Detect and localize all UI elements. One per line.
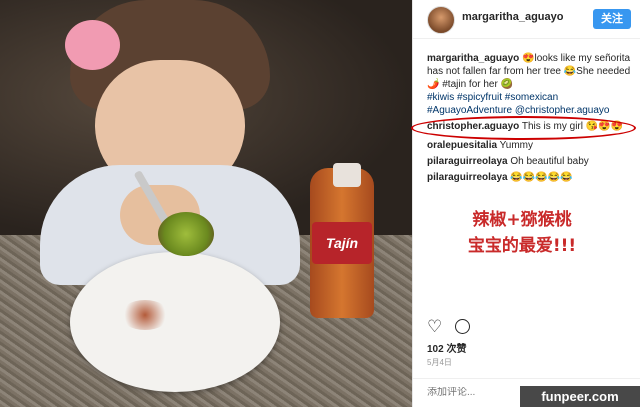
highlight-circle (411, 116, 636, 140)
comment-hashtags[interactable]: #kiwis #spicyfruit #somexican (427, 91, 639, 104)
comment-icon[interactable] (455, 319, 470, 334)
comment-text: Oh beautiful baby (510, 156, 589, 167)
post-photo: Tajín (0, 0, 412, 407)
watermark: funpeer.com (520, 386, 640, 407)
avatar[interactable] (427, 6, 455, 34)
photo-kiwi (158, 212, 214, 256)
comment-username[interactable]: pilaraguirreolaya (427, 156, 508, 167)
comment-text: 😂😂😂😂😂 (510, 172, 573, 183)
post-side-panel: margaritha_aguayo 关注 margaritha_aguayo 😍… (412, 0, 640, 407)
comment-item: pilaraguirreolaya Oh beautiful baby (427, 155, 639, 168)
photo-spice (120, 300, 170, 330)
follow-button[interactable]: 关注 (593, 9, 631, 29)
post-header: margaritha_aguayo 关注 (413, 0, 640, 39)
photo-bottle-cap (333, 163, 361, 187)
comment-username[interactable]: oralepuesitalia (427, 140, 497, 151)
post-author-username[interactable]: margaritha_aguayo (462, 11, 563, 23)
overlay-caption-line: 辣椒+猕猴桃 (472, 210, 572, 230)
photo-bottle-label: Tajín (312, 222, 372, 264)
heart-icon[interactable]: ♡ (427, 317, 442, 337)
comment-username[interactable]: margaritha_aguayo (427, 53, 519, 64)
comment-username[interactable]: pilaraguirreolaya (427, 172, 508, 183)
overlay-caption-line: 宝宝的最爱!!! (467, 236, 577, 256)
comment-text: Yummy (499, 140, 533, 151)
like-count[interactable]: 102 次赞 (427, 340, 466, 355)
comment-item: oralepuesitalia Yummy (427, 139, 639, 152)
overlay-caption: 辣椒+猕猴桃 宝宝的最爱!!! (442, 207, 602, 259)
comment-item: pilaraguirreolaya 😂😂😂😂😂 (427, 171, 639, 184)
post-date: 5月4日 (427, 358, 452, 367)
photo-plate (70, 252, 280, 392)
photo-hair-bow (65, 20, 120, 70)
comment-item: margaritha_aguayo 😍looks like my señorit… (427, 52, 639, 117)
